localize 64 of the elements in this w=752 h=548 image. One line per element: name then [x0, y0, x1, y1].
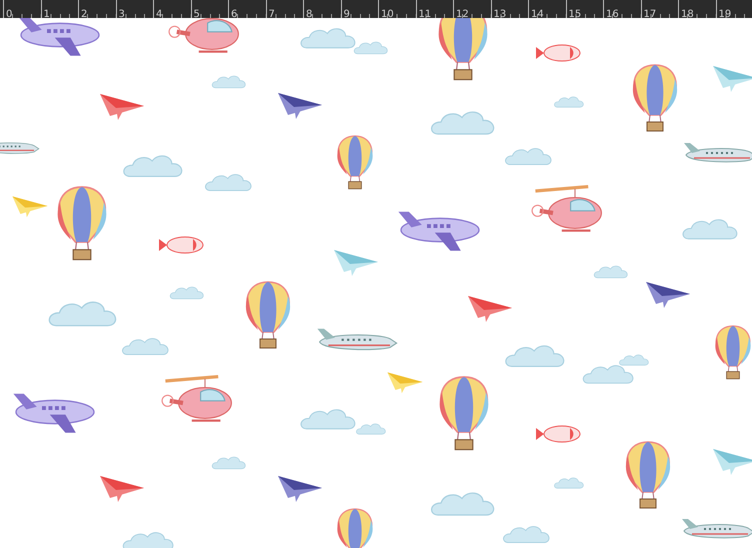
paper-plane-drawing [468, 296, 512, 322]
cloud-drawing [122, 532, 174, 548]
cloud-drawing [505, 345, 564, 367]
paper-plane-drawing [100, 94, 144, 120]
ruler-label: 12 [455, 9, 469, 18]
ruler-label: 14 [530, 9, 544, 18]
hot-air-balloon-drawing [438, 18, 488, 80]
cloud-drawing [505, 148, 552, 166]
ruler-label: 6 [230, 9, 238, 18]
helicopter-drawing [532, 184, 602, 232]
paper-plane-drawing [12, 196, 48, 218]
cloud-drawing [212, 456, 246, 470]
ruler-label: 5 [192, 9, 200, 18]
cloud-drawing [503, 526, 550, 544]
airplane-drawing [684, 143, 752, 162]
cloud-drawing [682, 219, 738, 240]
helicopter-drawing [162, 374, 232, 422]
paper-plane-drawing [713, 66, 752, 92]
blimp-drawing [159, 236, 204, 254]
paper-plane-drawing [713, 449, 752, 475]
ruler-label: 15 [568, 9, 582, 18]
paper-plane-drawing [646, 282, 690, 308]
helicopter-drawing [168, 18, 239, 53]
ruler-label: 11 [418, 9, 432, 18]
hot-air-balloon-drawing [715, 325, 751, 380]
ruler-label: 1 [42, 9, 50, 18]
hot-air-balloon-drawing [337, 135, 373, 190]
blimp-drawing [536, 44, 580, 62]
airplane-drawing [682, 519, 752, 538]
ruler-label: 10 [380, 9, 394, 18]
cloud-drawing [48, 302, 116, 326]
ruler-label: 8 [305, 9, 312, 18]
ruler-label: 9 [342, 9, 350, 18]
cloud-drawing [205, 174, 252, 192]
cloud-drawing [431, 492, 494, 516]
ruler-label: 4 [155, 9, 162, 18]
cloud-drawing [123, 155, 182, 177]
ruler-label: 16 [605, 9, 619, 18]
airplane-drawing [0, 142, 40, 154]
cloud-drawing [431, 111, 494, 135]
ruler-label: 13 [492, 9, 506, 18]
cloud-drawing [122, 338, 168, 356]
paper-plane-drawing [100, 476, 144, 502]
ruler-label: 3 [118, 9, 125, 18]
hot-air-balloon-drawing [626, 441, 670, 508]
ruler-label: 19 [718, 9, 732, 18]
paper-plane-drawing [278, 93, 322, 119]
ruler-label: 7 [268, 9, 275, 18]
hot-air-balloon-drawing [246, 281, 290, 348]
ruler-label: 2 [80, 9, 88, 18]
paper-plane-drawing [387, 372, 423, 394]
ruler-label: 18 [680, 9, 694, 18]
paper-plane-drawing [334, 250, 378, 276]
blimp-drawing [536, 426, 580, 442]
cloud-drawing [212, 76, 246, 88]
paper-plane-drawing [278, 476, 322, 502]
cloud-drawing [554, 96, 584, 108]
hot-air-balloon-drawing [337, 508, 373, 548]
cloud-drawing [170, 286, 204, 300]
hot-air-balloon-drawing [632, 64, 678, 132]
cloud-drawing [594, 266, 628, 278]
ruler-label: 17 [642, 9, 656, 18]
cloud-drawing [554, 478, 584, 488]
ruler-label: 0 [5, 9, 12, 18]
